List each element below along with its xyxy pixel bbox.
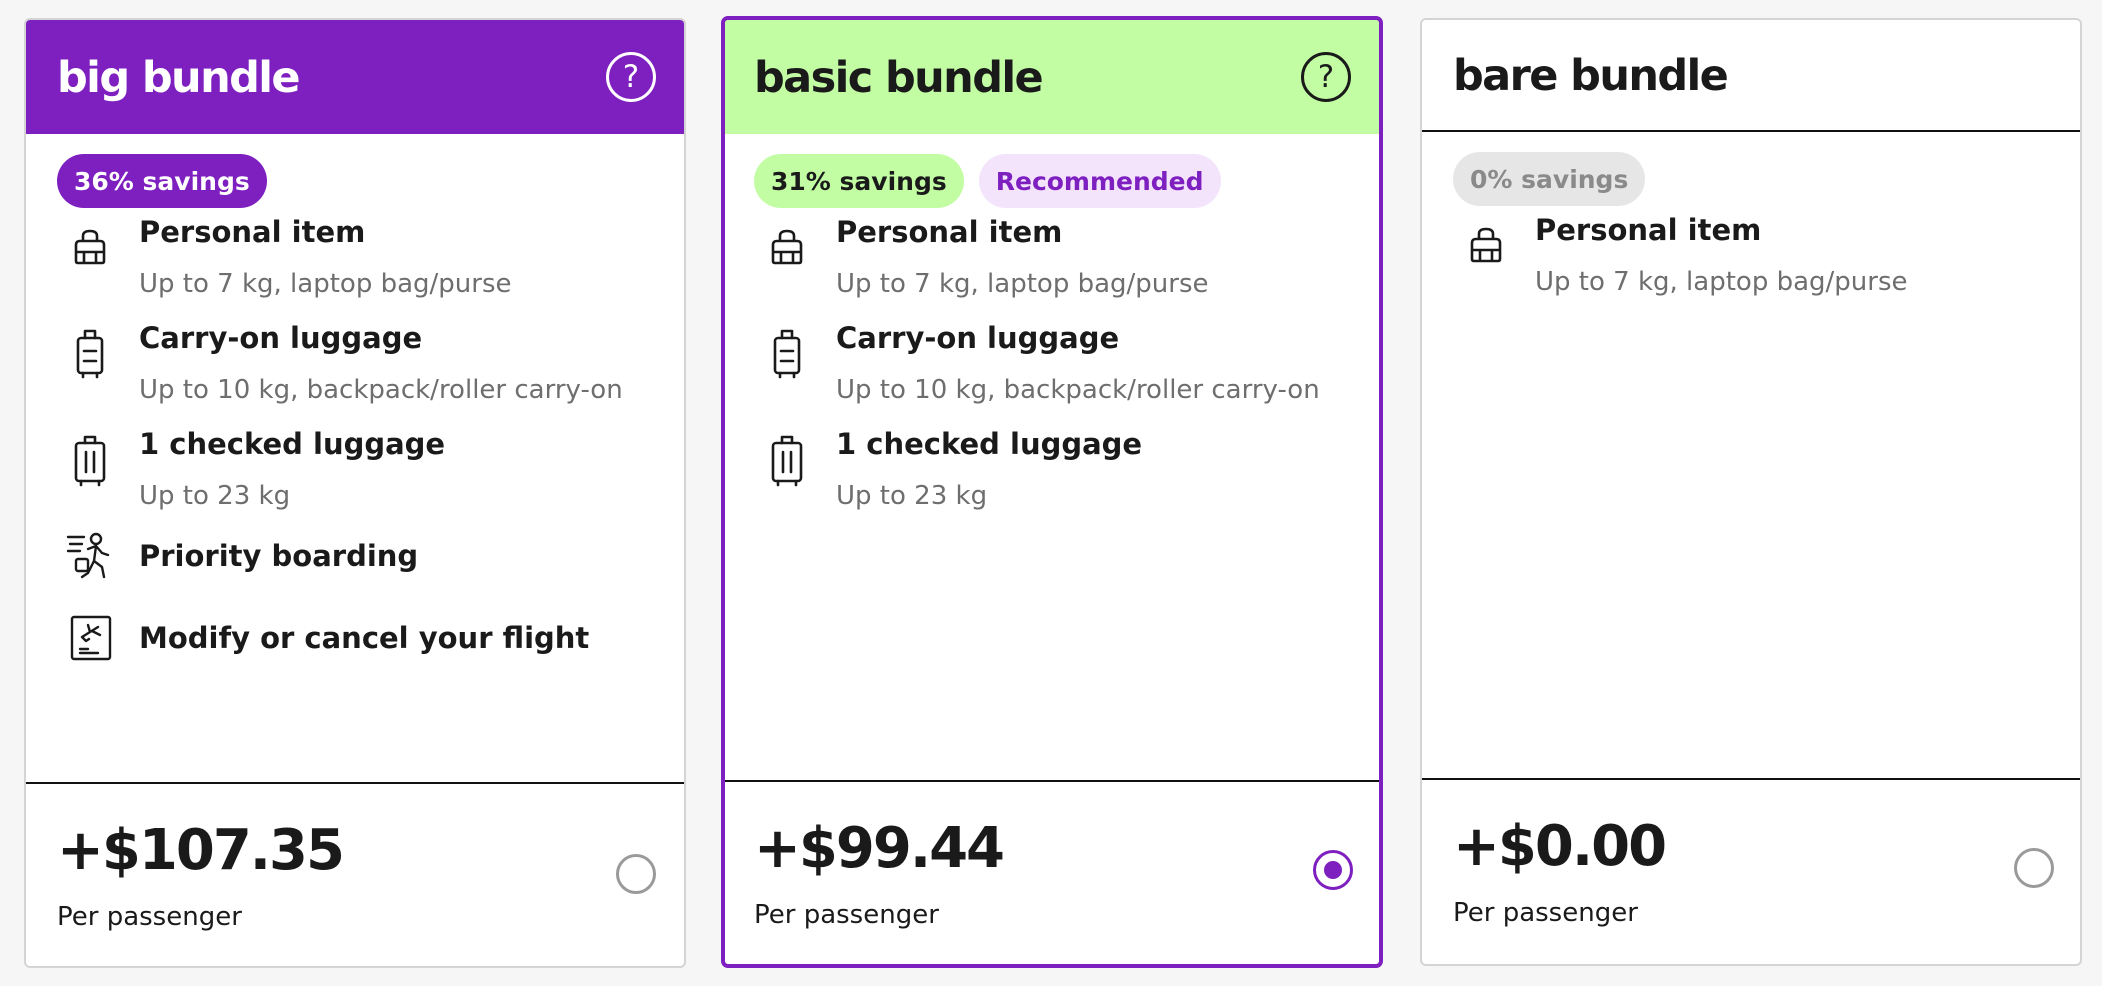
bundle-price: +$0.00: [1453, 814, 1667, 879]
feature-title: Carry-on luggage: [836, 321, 1120, 355]
feature-checked-luggage: 1 checked luggage Up to 23 kg: [26, 425, 684, 513]
personal-item-bag-icon: [765, 225, 809, 269]
feature-desc: Up to 7 kg, laptop bag/purse: [1535, 267, 1908, 297]
feature-carry-on: Carry-on luggage Up to 10 kg, backpack/r…: [725, 319, 1379, 407]
feature-personal-item: Personal item Up to 7 kg, laptop bag/pur…: [26, 213, 684, 301]
priority-boarding-icon: [66, 531, 116, 583]
feature-desc: Up to 7 kg, laptop bag/purse: [836, 269, 1209, 299]
bundle-card-basic[interactable]: basic bundle ? 31% savings Recommended P…: [721, 16, 1383, 968]
savings-badge: 0% savings: [1453, 152, 1646, 206]
card-header: big bundle ?: [26, 20, 684, 134]
bundle-radio[interactable]: [2014, 848, 2054, 888]
feature-title: 1 checked luggage: [836, 427, 1143, 461]
bundle-title: bare bundle: [1453, 51, 1729, 101]
bundle-card-bare[interactable]: bare bundle 0% savings Personal item Up …: [1420, 18, 2082, 966]
feature-title: 1 checked luggage: [139, 427, 446, 461]
help-icon[interactable]: ?: [606, 52, 656, 102]
feature-priority-boarding: Priority boarding: [26, 532, 684, 579]
card-header: bare bundle: [1422, 20, 2080, 132]
carry-on-suitcase-icon: [765, 327, 809, 381]
modify-ticket-icon: [68, 613, 114, 663]
personal-item-bag-icon: [1464, 223, 1508, 267]
feature-carry-on: Carry-on luggage Up to 10 kg, backpack/r…: [26, 319, 684, 407]
divider: [1422, 778, 2080, 780]
feature-personal-item: Personal item Up to 7 kg, laptop bag/pur…: [1422, 211, 2080, 299]
carry-on-suitcase-icon: [68, 327, 112, 381]
per-passenger-label: Per passenger: [1453, 898, 1638, 928]
savings-badge: 36% savings: [57, 154, 267, 208]
feature-title: Personal item: [139, 215, 366, 249]
feature-desc: Up to 23 kg: [139, 481, 291, 511]
feature-title: Personal item: [836, 215, 1063, 249]
bundle-title: basic bundle: [754, 53, 1044, 103]
feature-title: Modify or cancel your flight: [139, 621, 590, 655]
recommended-badge: Recommended: [978, 154, 1221, 208]
feature-modify-cancel: Modify or cancel your flight: [26, 615, 684, 661]
bundle-card-big[interactable]: big bundle ? 36% savings Personal item U…: [24, 18, 686, 968]
per-passenger-label: Per passenger: [754, 900, 939, 930]
bundle-title: big bundle: [57, 53, 301, 103]
badge-row: 31% savings Recommended: [725, 154, 1379, 208]
feature-desc: Up to 10 kg, backpack/roller carry-on: [836, 375, 1320, 405]
personal-item-bag-icon: [68, 225, 112, 269]
feature-personal-item: Personal item Up to 7 kg, laptop bag/pur…: [725, 213, 1379, 301]
bundle-price: +$99.44: [754, 816, 1005, 881]
per-passenger-label: Per passenger: [57, 902, 242, 932]
checked-luggage-icon: [765, 433, 809, 489]
bundle-price: +$107.35: [57, 818, 345, 883]
feature-desc: Up to 23 kg: [836, 481, 988, 511]
help-icon[interactable]: ?: [1301, 52, 1351, 102]
divider: [26, 782, 684, 784]
feature-desc: Up to 10 kg, backpack/roller carry-on: [139, 375, 623, 405]
badge-row: 0% savings: [1422, 152, 2080, 206]
savings-badge: 31% savings: [754, 154, 964, 208]
bundle-radio[interactable]: [1313, 850, 1353, 890]
checked-luggage-icon: [68, 433, 112, 489]
bundle-radio[interactable]: [616, 854, 656, 894]
feature-desc: Up to 7 kg, laptop bag/purse: [139, 269, 512, 299]
feature-checked-luggage: 1 checked luggage Up to 23 kg: [725, 425, 1379, 513]
card-header: basic bundle ?: [725, 20, 1379, 134]
badge-row: 36% savings: [26, 154, 684, 208]
feature-title: Personal item: [1535, 213, 1762, 247]
feature-title: Carry-on luggage: [139, 321, 423, 355]
divider: [725, 780, 1379, 782]
feature-title: Priority boarding: [139, 539, 419, 573]
